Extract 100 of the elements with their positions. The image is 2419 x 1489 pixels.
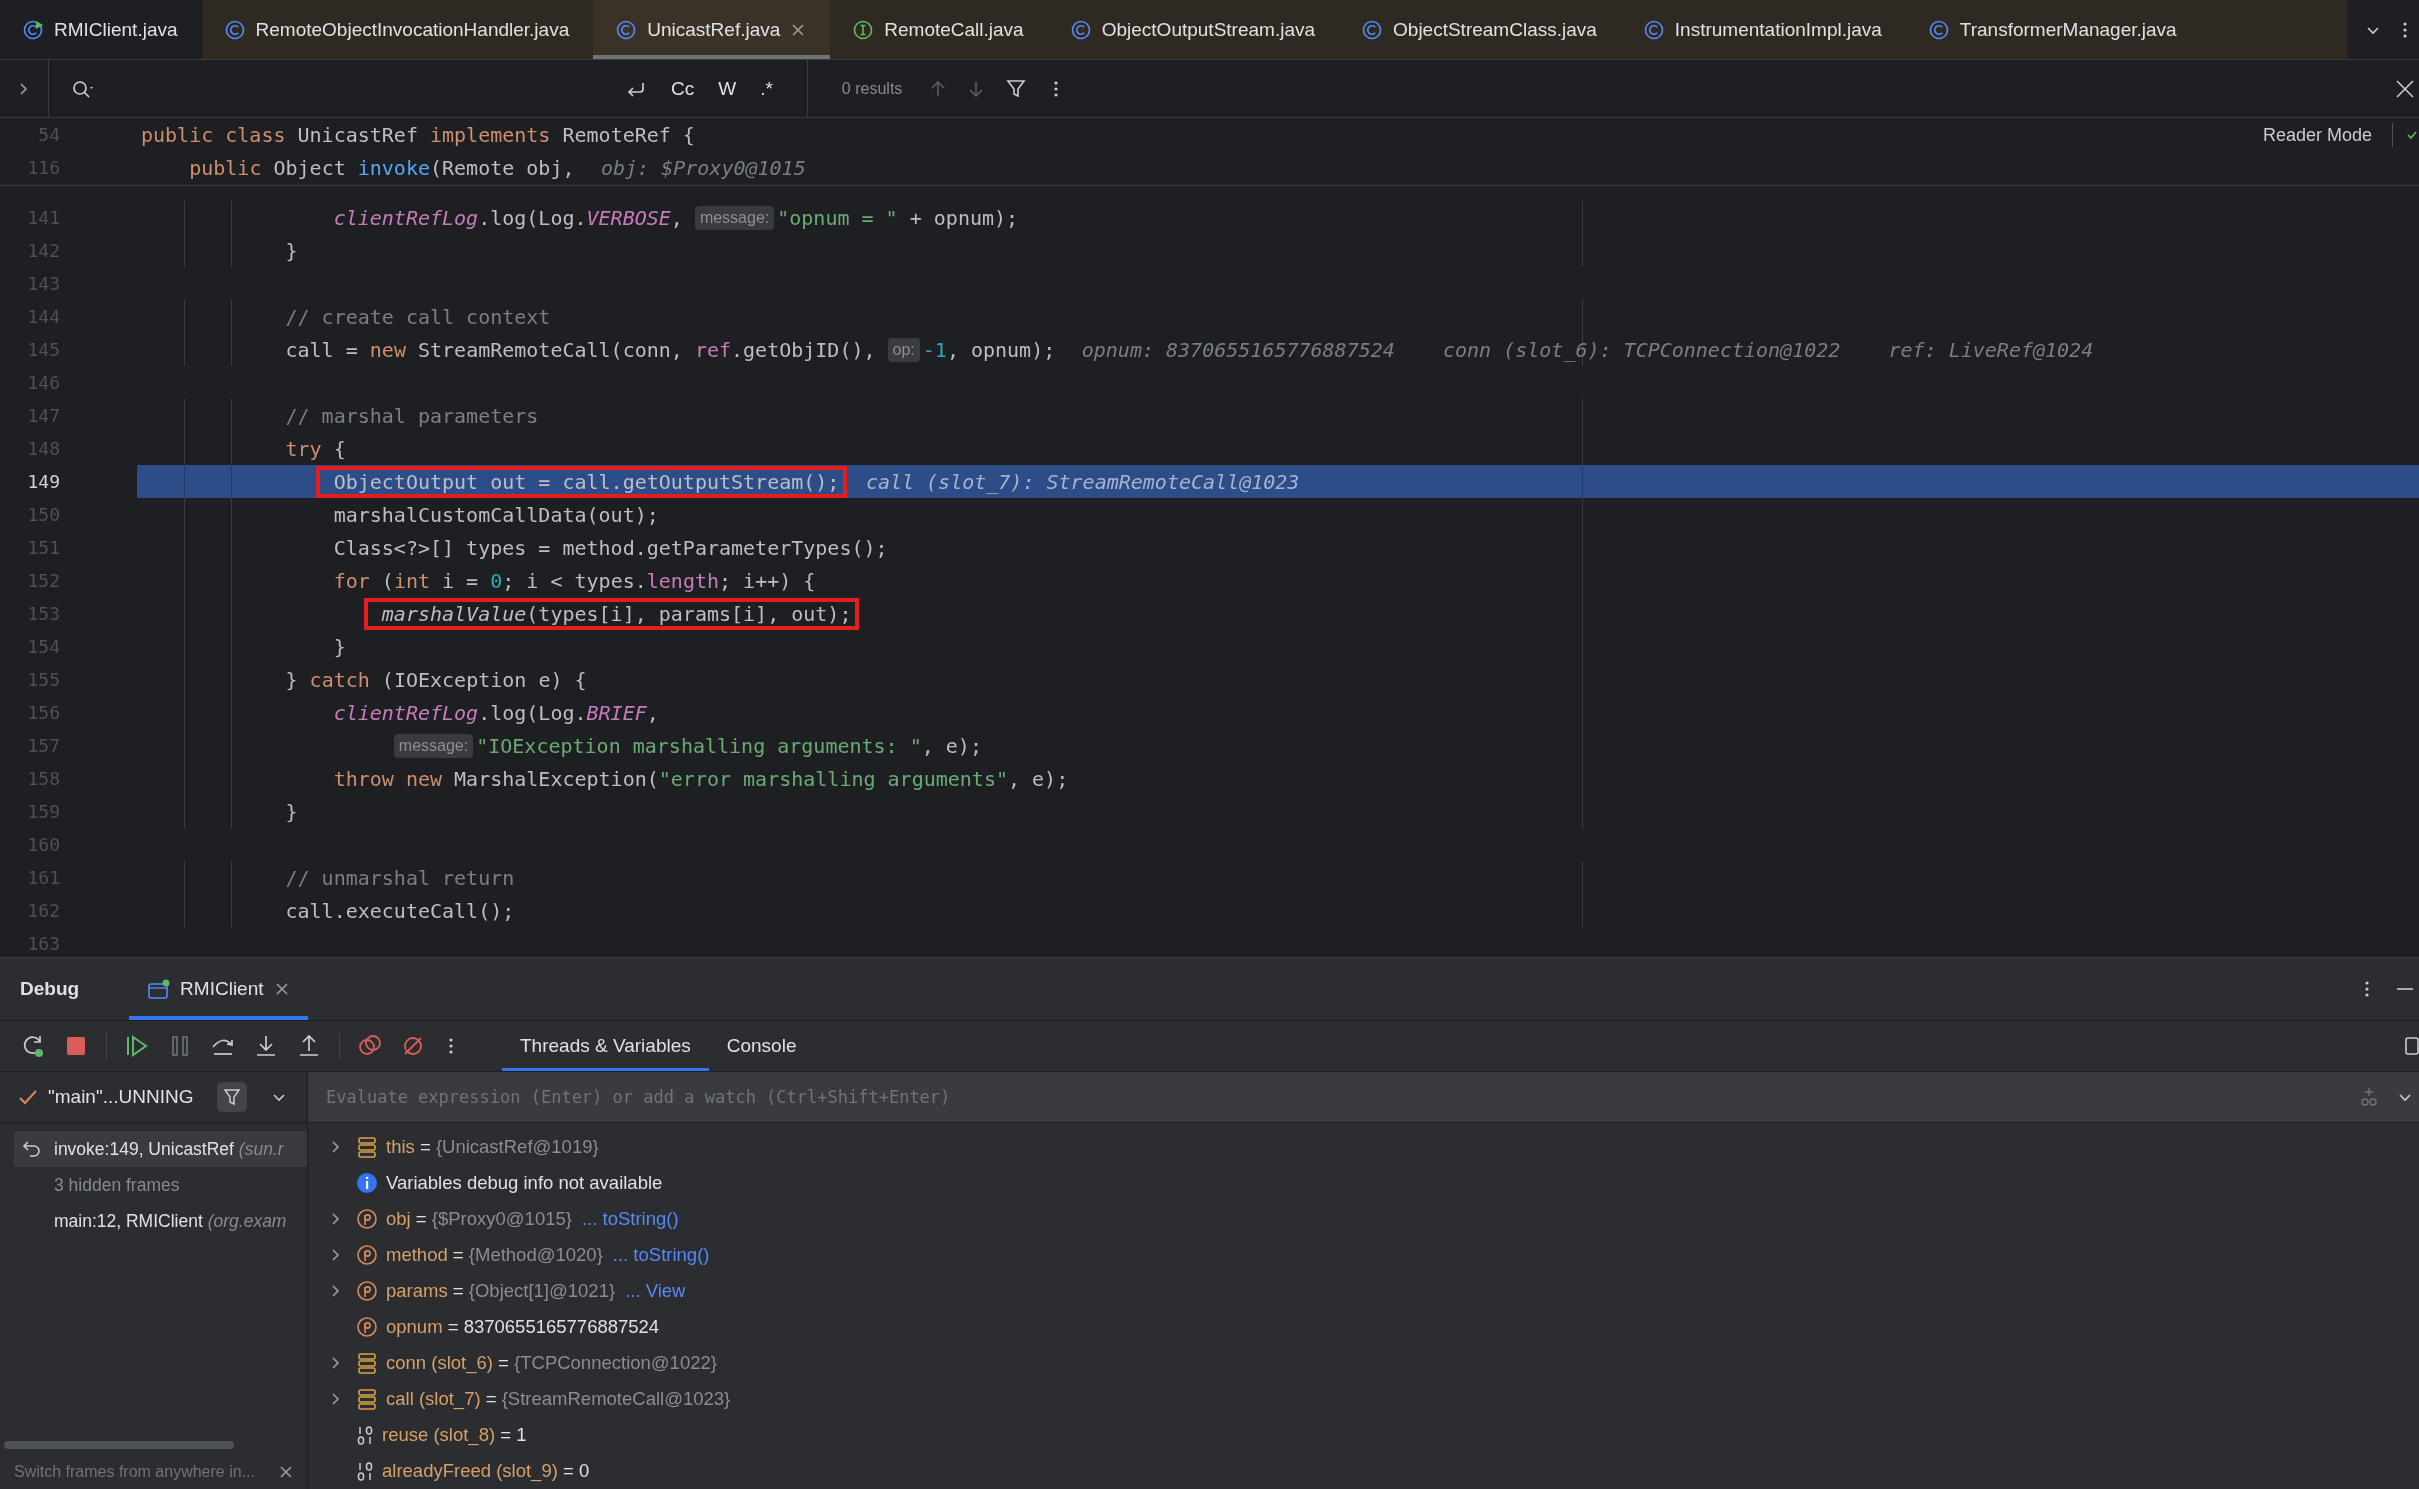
filter-icon[interactable] xyxy=(1006,79,1027,98)
search-option[interactable]: Cc xyxy=(665,73,701,104)
code-text: marshalValue(types[i], params[i], out); xyxy=(381,601,852,626)
code-text: // marshal parameters xyxy=(285,403,539,428)
editor-tab[interactable]: RemoteObjectInvocationHandler.java xyxy=(201,0,594,59)
panel-tab[interactable]: Threads & Variables xyxy=(502,1021,709,1071)
code-text: clientRefLog.log(Log.BRIEF, xyxy=(333,700,659,725)
code-text: try { xyxy=(285,436,346,461)
code-text: for (int i = 0; i < types.length; i++) { xyxy=(333,568,816,593)
scrollbar[interactable] xyxy=(4,1441,234,1449)
check-icon xyxy=(18,1088,38,1106)
close-icon[interactable] xyxy=(279,1465,293,1479)
hidden-frames-label: 3 hidden frames xyxy=(54,1174,180,1196)
filter-button[interactable] xyxy=(217,1082,248,1112)
parameter-icon xyxy=(356,1280,378,1302)
primitive-icon xyxy=(356,1424,374,1446)
runnable-class-icon xyxy=(22,18,44,41)
code-text: } xyxy=(333,634,346,659)
close-icon[interactable] xyxy=(2395,78,2415,99)
code-text: throw new MarshalException("error marshalling arguments", e); xyxy=(333,766,1069,791)
field-stack-icon xyxy=(356,1135,378,1159)
parameter-icon xyxy=(356,1208,378,1230)
parameter-icon xyxy=(356,1244,378,1266)
evaluate-field[interactable]: Evaluate expression (Enter) or add a watch (Ctrl+Shift+Enter) xyxy=(324,1076,2341,1118)
value-link[interactable]: ... toString() xyxy=(612,1244,710,1266)
resume-icon[interactable] xyxy=(124,1033,150,1059)
parameter-icon xyxy=(356,1316,378,1338)
up-arrow-icon[interactable] xyxy=(930,79,947,98)
variable-text: obj = {$Proxy0@1015} xyxy=(386,1208,572,1230)
class-icon xyxy=(1642,18,1665,41)
code-text: public Object invoke(Remote obj, xyxy=(189,155,575,180)
check-icon xyxy=(2407,130,2417,140)
search-icon[interactable] xyxy=(71,78,95,99)
inline-value: obj: $Proxy0@1015 xyxy=(601,155,806,180)
code-text: -1, opnum); xyxy=(922,337,1056,362)
results-count: 0 results xyxy=(841,79,903,98)
layout-icon[interactable] xyxy=(2405,1036,2419,1056)
info-message: Variables debug info not available xyxy=(386,1172,663,1194)
code-text: "IOException marshalling arguments: ", e); xyxy=(476,733,982,758)
code-text: call = new StreamRemoteCall(conn, ref.getObjID(), xyxy=(285,337,876,362)
inline-value: opnum: 8370655165776887524 xyxy=(1081,337,1395,362)
class-icon xyxy=(223,18,246,41)
variable-text: this = {UnicastRef@1019} xyxy=(386,1136,599,1158)
variable-text: params = {Object[1]@1021} xyxy=(386,1280,616,1302)
primitive-icon xyxy=(356,1460,374,1482)
variable-text: opnum = 8370655165776887524 xyxy=(386,1316,660,1338)
variable-text: method = {Method@1020} xyxy=(386,1244,603,1266)
interface-icon xyxy=(852,18,875,41)
search-option[interactable]: W xyxy=(712,73,743,104)
editor-tab[interactable]: InstrumentationImpl.java xyxy=(1620,0,1906,59)
parameter-hint: message: xyxy=(694,205,775,230)
close-icon[interactable] xyxy=(273,981,290,997)
variable-text: alreadyFreed (slot_9) = 0 xyxy=(382,1460,590,1482)
code-text: clientRefLog.log(Log.VERBOSE, xyxy=(333,205,683,230)
code-text: call.executeCall(); xyxy=(285,898,515,923)
code-text: // unmarshal return xyxy=(285,865,515,890)
class-icon xyxy=(615,18,638,41)
code-text: } xyxy=(285,799,298,824)
info-icon xyxy=(356,1172,378,1194)
class-icon xyxy=(1361,18,1384,41)
frame-label: main:12, RMIClient (org.exam xyxy=(54,1210,287,1232)
session-tab[interactable]: RMIClient xyxy=(129,958,308,1020)
inline-value: call (slot_7): StreamRemoteCall@1023 xyxy=(865,469,1300,494)
inline-value: ref: LiveRef@1024 xyxy=(1888,337,2094,362)
editor-tab[interactable]: RemoteCall.java xyxy=(830,0,1048,59)
variable-text: reuse (slot_8) = 1 xyxy=(382,1424,527,1446)
code-text: public class UnicastRef implements RemoteRef { xyxy=(141,122,695,147)
editor-tab[interactable]: UnicastRef.java xyxy=(593,0,831,59)
search-option[interactable]: .* xyxy=(754,73,779,104)
reader-mode-button[interactable]: Reader Mode xyxy=(2256,123,2378,147)
panel-title: Debug xyxy=(19,978,81,1000)
down-arrow-icon[interactable] xyxy=(968,79,985,98)
stack-frame[interactable]: 3 hidden frames xyxy=(14,1167,307,1203)
return-arrow-icon xyxy=(22,1140,42,1158)
code-text: } xyxy=(285,238,298,263)
variable-text: call (slot_7) = {StreamRemoteCall@1023} xyxy=(386,1388,731,1410)
value-link[interactable]: ... toString() xyxy=(581,1208,679,1230)
field-stack-icon xyxy=(356,1387,378,1411)
parameter-hint: message: xyxy=(393,733,474,758)
code-text: // create call context xyxy=(285,304,551,329)
code-text: ObjectOutput out = call.getOutputStream(); xyxy=(333,469,840,494)
code-text: marshalCustomCallData(out); xyxy=(333,502,659,527)
class-icon xyxy=(1927,18,1950,41)
close-icon[interactable] xyxy=(790,21,807,38)
value-link[interactable]: ... View xyxy=(625,1280,686,1302)
code-text: "opnum = " + opnum); xyxy=(777,205,1019,230)
tip-text: Switch frames from anywhere in... xyxy=(14,1463,255,1481)
window-icon xyxy=(147,978,171,1000)
code-text: } catch (IOException e) { xyxy=(285,667,587,692)
editor-tab[interactable]: TransformerManager.java xyxy=(1905,0,2201,59)
field-stack-icon xyxy=(356,1351,378,1375)
stack-frame[interactable]: main:12, RMIClient (org.exam xyxy=(14,1203,307,1239)
frame-label: invoke:149, UnicastRef (sun.r xyxy=(54,1138,284,1160)
stack-frame[interactable]: invoke:149, UnicastRef (sun.r xyxy=(14,1131,307,1167)
panel-tab[interactable]: Console xyxy=(708,1021,815,1071)
editor-tab[interactable]: ObjectStreamClass.java xyxy=(1339,0,1621,59)
evaluate-bar[interactable]: Evaluate expression (Enter) or add a watch (Ctrl+Shift+Enter) xyxy=(308,1072,2419,1123)
thread-selector[interactable]: "main"...UNNING xyxy=(48,1086,194,1108)
editor-tab[interactable]: ObjectOutputStream.java xyxy=(1047,0,1340,59)
variable-text: conn (slot_6) = {TCPConnection@1022} xyxy=(386,1352,717,1374)
